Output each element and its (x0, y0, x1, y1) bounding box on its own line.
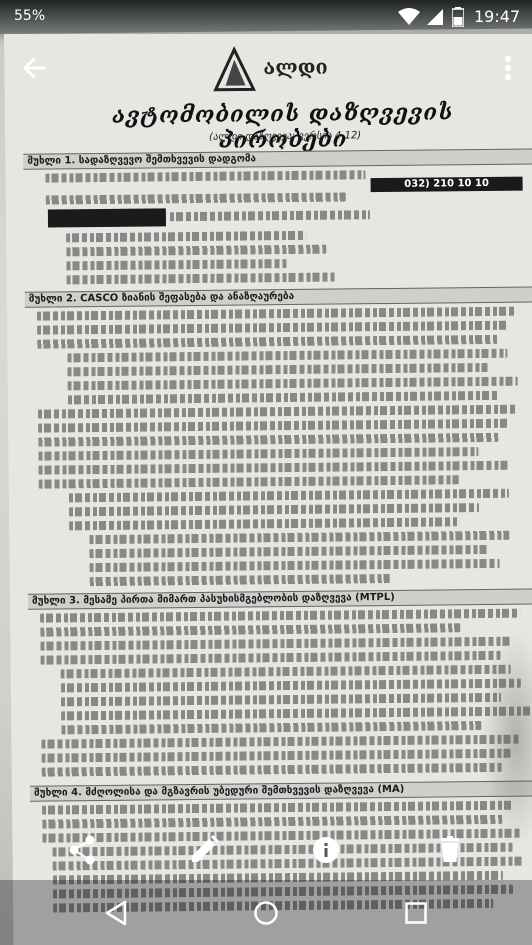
text-line (38, 432, 499, 447)
wifi-icon (398, 8, 420, 25)
share-button[interactable] (60, 828, 104, 872)
text-line (60, 664, 511, 679)
text-line (41, 734, 522, 749)
more-vert-icon (505, 56, 511, 80)
photo-action-bar (0, 822, 532, 878)
text-line (38, 447, 479, 461)
back-arrow-icon (23, 57, 46, 79)
battery-percent: 55% (14, 8, 46, 24)
text-line (67, 376, 518, 391)
text-line (38, 418, 509, 433)
nav-back-icon (105, 900, 127, 926)
text-line (66, 244, 327, 257)
status-bar: 55% 19:47 (0, 0, 532, 34)
nav-home-icon (254, 901, 278, 925)
text-line (37, 334, 498, 349)
text-line (60, 692, 502, 707)
text-line (89, 558, 500, 573)
section-heading-3: მუხლი 3. მესამე პირთა მიმართ პასუხისმგებ… (27, 588, 532, 610)
section-heading-2: მუხლი 2. CASCO ზიანის შეფასება და ანაზღა… (24, 286, 532, 308)
text-line (40, 650, 501, 665)
info-icon (313, 837, 339, 863)
text-line (169, 210, 370, 222)
text-line (68, 488, 509, 503)
signal-icon (427, 9, 443, 25)
document-photo: ალდი ავტომობილის დაზღვევის პირობები (ალდ… (4, 28, 532, 945)
nav-back-button[interactable] (99, 896, 133, 930)
text-line (38, 475, 459, 489)
text-line (41, 748, 512, 763)
text-line (36, 306, 517, 321)
edit-button[interactable] (182, 828, 226, 872)
text-line (67, 390, 498, 405)
text-line (61, 706, 532, 721)
info-button[interactable] (304, 828, 348, 872)
nav-recents-icon (405, 902, 427, 924)
back-button[interactable] (14, 48, 54, 88)
nav-recents-button[interactable] (399, 896, 433, 930)
text-line (38, 460, 509, 475)
top-app-bar (0, 34, 532, 100)
text-line (67, 348, 508, 363)
text-line (41, 762, 502, 777)
battery-icon (452, 7, 464, 27)
delete-icon (441, 836, 459, 862)
photo-shadow (480, 628, 532, 850)
text-line (89, 573, 390, 587)
text-line (66, 230, 307, 243)
delete-button[interactable] (428, 828, 472, 872)
text-line (40, 636, 511, 651)
photo-viewer[interactable]: ალდი ავტომობილის დაზღვევის პირობები (ალდ… (0, 0, 532, 945)
text-line (60, 678, 521, 693)
text-line (68, 503, 480, 517)
text-line (67, 362, 488, 377)
text-line (45, 192, 346, 205)
share-icon (69, 835, 95, 865)
text-line (89, 530, 510, 545)
text-line (45, 170, 366, 183)
more-options-button[interactable] (488, 48, 528, 88)
text-line (37, 404, 519, 419)
phone-number: 032) 210 10 10 (370, 176, 523, 193)
highlighted-text (47, 208, 167, 228)
status-time: 19:47 (474, 7, 521, 26)
text-line (66, 259, 287, 271)
text-line (61, 721, 482, 735)
edit-icon (192, 835, 219, 862)
section-heading-4: მუხლი 4. მძღოლისა და მგზავრის უბედური შე… (29, 780, 532, 802)
document-title: ავტომობილის დაზღვევის პირობები (112, 99, 454, 154)
text-line (42, 800, 513, 815)
text-line (40, 608, 521, 623)
text-line (89, 544, 490, 559)
navigation-bar (0, 880, 532, 945)
text-line (66, 272, 337, 285)
nav-home-button[interactable] (249, 896, 283, 930)
text-line (40, 623, 461, 637)
text-line (37, 320, 508, 335)
text-line (69, 517, 460, 531)
